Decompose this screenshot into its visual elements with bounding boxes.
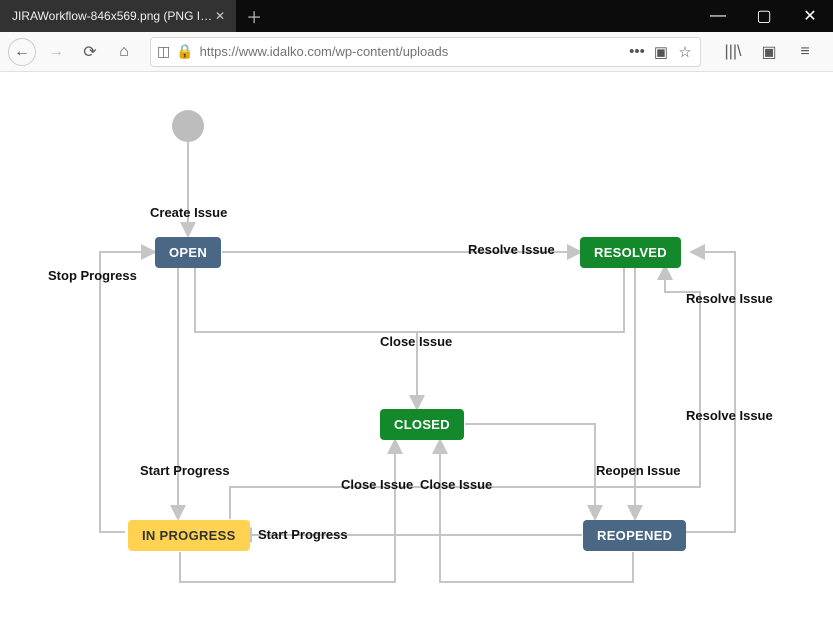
edge-close-issue-2: Close Issue — [341, 477, 413, 492]
node-in-progress: IN PROGRESS — [128, 520, 250, 551]
lock-icon[interactable]: 🔒 — [176, 43, 193, 60]
library-icon[interactable]: |||\ — [719, 38, 747, 66]
url-text: https://www.idalko.com/wp-content/upload… — [200, 44, 622, 59]
edge-resolve-issue: Resolve Issue — [468, 242, 555, 257]
reader-mode-icon[interactable]: ▣ — [652, 43, 670, 61]
new-tab-button[interactable]: ＋ — [236, 0, 272, 32]
edge-stop-progress: Stop Progress — [48, 268, 137, 283]
edge-close-issue: Close Issue — [380, 334, 452, 349]
close-window-button[interactable]: ✕ — [787, 0, 833, 32]
forward-button[interactable]: → — [42, 38, 70, 66]
address-bar[interactable]: ◫ 🔒 https://www.idalko.com/wp-content/up… — [150, 37, 701, 67]
sidebar-icon[interactable]: ▣ — [755, 38, 783, 66]
edge-reopen-issue: Reopen Issue — [596, 463, 681, 478]
page-actions-icon[interactable]: ••• — [628, 43, 646, 60]
node-closed: CLOSED — [380, 409, 464, 440]
shield-icon[interactable]: ◫ — [157, 43, 170, 60]
workflow-diagram: OPEN RESOLVED CLOSED IN PROGRESS REOPENE… — [0, 72, 833, 637]
reload-button[interactable]: ⟳ — [76, 38, 104, 66]
back-button[interactable]: ← — [8, 38, 36, 66]
edge-start-progress: Start Progress — [140, 463, 230, 478]
maximize-button[interactable]: ▢ — [741, 0, 787, 32]
browser-tab[interactable]: JIRAWorkflow-846x569.png (PNG I… ✕ — [0, 0, 236, 32]
node-open: OPEN — [155, 237, 221, 268]
bookmark-star-icon[interactable]: ☆ — [676, 43, 694, 61]
start-node — [172, 110, 204, 142]
edge-start-progress-2: Start Progress — [258, 527, 348, 542]
flow-svg — [0, 72, 833, 637]
tab-title: JIRAWorkflow-846x569.png (PNG I… — [12, 9, 212, 23]
menu-icon[interactable]: ≡ — [791, 38, 819, 66]
close-tab-icon[interactable]: ✕ — [212, 9, 228, 23]
home-button[interactable]: ⌂ — [110, 38, 138, 66]
edge-create-issue: Create Issue — [150, 205, 227, 220]
edge-resolve-issue-2: Resolve Issue — [686, 291, 773, 306]
window-titlebar: JIRAWorkflow-846x569.png (PNG I… ✕ ＋ — ▢… — [0, 0, 833, 32]
minimize-button[interactable]: — — [695, 0, 741, 32]
edge-resolve-issue-3: Resolve Issue — [686, 408, 773, 423]
node-resolved: RESOLVED — [580, 237, 681, 268]
window-controls: — ▢ ✕ — [695, 0, 833, 32]
edge-close-issue-3: Close Issue — [420, 477, 492, 492]
browser-toolbar: ← → ⟳ ⌂ ◫ 🔒 https://www.idalko.com/wp-co… — [0, 32, 833, 72]
node-reopened: REOPENED — [583, 520, 686, 551]
